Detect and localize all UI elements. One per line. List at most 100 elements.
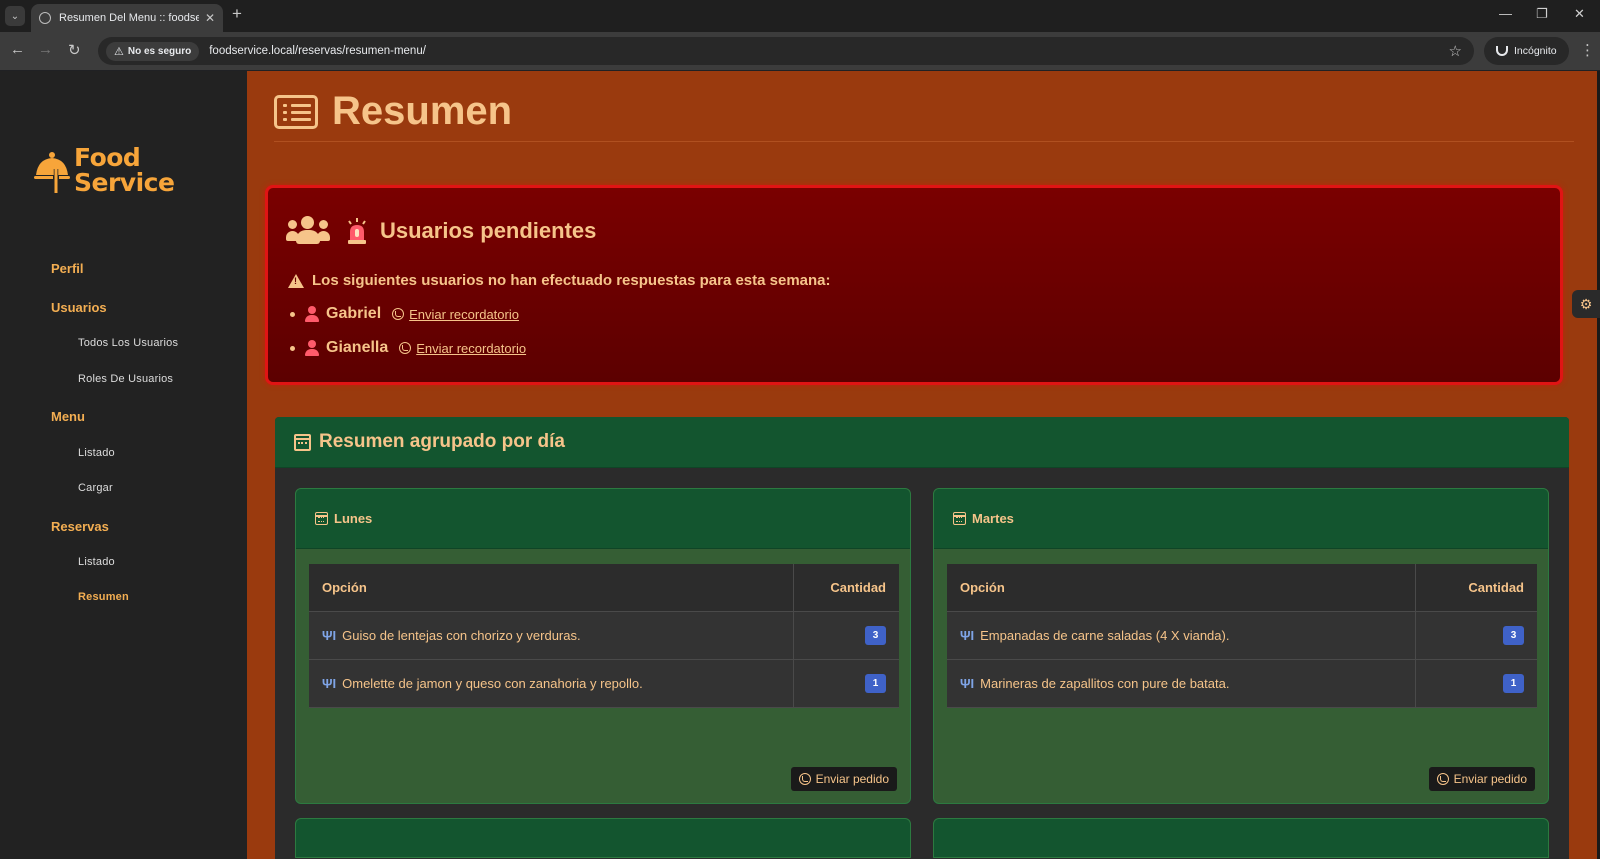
option-cell: ΨΙ Guiso de lentejas con chorizo y verdur…	[309, 611, 793, 660]
utensils-icon: ΨΙ	[322, 627, 337, 643]
sidebar-item-menu-listado[interactable]: Listado	[78, 447, 115, 459]
day-card-martes: Martes Opción Cantidad ΨΙ Empanadas de ca…	[933, 488, 1549, 804]
whatsapp-icon	[798, 773, 811, 785]
logo-line-2: Service	[74, 168, 175, 197]
close-window-button[interactable]: ✕	[1574, 6, 1585, 22]
option-text: Omelette de jamon y queso con zanahoria …	[342, 675, 643, 691]
incognito-indicator[interactable]: Incógnito	[1484, 37, 1569, 65]
logo-text: Food Service	[74, 145, 175, 197]
day-card-header: Martes	[934, 489, 1548, 549]
tab-title: Resumen Del Menu :: foodservi	[59, 12, 199, 24]
table-row: ΨΙ Omelette de jamon y queso con zanahori…	[309, 659, 899, 708]
list-icon	[274, 94, 318, 129]
day-name: Lunes	[334, 511, 373, 526]
day-card-partial	[295, 818, 911, 858]
calendar-icon	[315, 512, 328, 525]
globe-icon	[39, 12, 51, 24]
utensils-icon: ΨΙ	[322, 675, 337, 691]
bullet	[290, 345, 295, 351]
qty-badge: 3	[865, 625, 886, 645]
alert-heading: Usuarios pendientes	[380, 218, 597, 243]
sidebar-item-reservas-listado[interactable]: Listado	[78, 556, 115, 568]
sidebar-item-usuarios[interactable]: Usuarios	[51, 300, 107, 315]
alert-message: Los siguientes usuarios no han efectuado…	[288, 272, 831, 289]
sidebar-item-reservas[interactable]: Reservas	[51, 519, 109, 534]
utensils-icon: ΨΙ	[960, 627, 975, 643]
sidebar: Food Service Perfil Usuarios Todos Los U…	[0, 71, 247, 859]
cloche-icon	[34, 152, 70, 193]
security-label: No es seguro	[127, 45, 192, 57]
sidebar-item-reservas-resumen[interactable]: Resumen	[78, 591, 129, 603]
send-reminder-link[interactable]: Enviar recordatorio	[399, 341, 526, 356]
bookmark-star-icon[interactable]: ☆	[1449, 42, 1462, 60]
day-table: Opción Cantidad ΨΙ Empanadas de carne sal…	[947, 564, 1537, 708]
siren-icon	[348, 218, 366, 244]
table-row: ΨΙ Guiso de lentejas con chorizo y verdur…	[309, 611, 899, 660]
day-card-header: Lunes	[296, 489, 910, 549]
restore-button[interactable]: ❐	[1536, 6, 1548, 22]
browser-menu-button[interactable]: ⋮	[1580, 41, 1595, 59]
summary-header: Resumen agrupado por día	[275, 417, 1569, 468]
utensils-icon: ΨΙ	[960, 675, 975, 691]
page-header: Resumen	[274, 89, 512, 134]
send-reminder-label: Enviar recordatorio	[409, 306, 519, 322]
header-divider	[274, 141, 1574, 142]
column-header-option: Opción	[947, 564, 1415, 612]
qty-cell: 3	[792, 611, 899, 660]
url-text[interactable]: foodservice.local/reservas/resumen-menu/	[209, 45, 426, 57]
address-bar[interactable]: ⚠ No es seguro foodservice.local/reserva…	[98, 37, 1474, 65]
whatsapp-icon	[392, 308, 405, 320]
send-order-label: Enviar pedido	[815, 772, 889, 786]
calendar-icon	[294, 433, 311, 451]
main-content: Resumen Usuarios pendientes Los sig	[247, 71, 1597, 859]
table-header-row: Opción Cantidad	[947, 564, 1537, 612]
option-cell: ΨΙ Empanadas de carne saladas (4 X vianda…	[947, 611, 1415, 660]
sidebar-item-menu[interactable]: Menu	[51, 409, 85, 424]
page-title: Resumen	[332, 89, 513, 133]
warning-triangle-icon	[288, 273, 304, 288]
summary-panel: Resumen agrupado por día Lunes Opción Ca…	[275, 417, 1569, 859]
reload-button[interactable]: ↻	[68, 41, 81, 59]
day-card-lunes: Lunes Opción Cantidad ΨΙ Guiso de lenteja…	[295, 488, 911, 804]
send-order-label: Enviar pedido	[1453, 772, 1527, 786]
bullet	[290, 311, 295, 317]
user-icon	[305, 306, 319, 322]
calendar-icon	[953, 512, 966, 525]
day-card-partial	[933, 818, 1549, 858]
column-header-qty: Cantidad	[792, 564, 899, 612]
qty-cell: 1	[1414, 659, 1537, 708]
column-header-qty: Cantidad	[1414, 564, 1537, 612]
minimize-button[interactable]: —	[1499, 6, 1512, 21]
tab-search-button[interactable]: ⌄	[5, 6, 25, 26]
send-order-button[interactable]: Enviar pedido	[1428, 767, 1535, 791]
day-table: Opción Cantidad ΨΙ Guiso de lentejas con …	[309, 564, 899, 708]
close-tab-icon[interactable]: ✕	[205, 11, 215, 25]
browser-tab-active[interactable]: Resumen Del Menu :: foodservi ✕	[31, 4, 223, 32]
qty-badge: 1	[865, 673, 886, 693]
send-order-button[interactable]: Enviar pedido	[790, 767, 897, 791]
settings-gear-button[interactable]: ⚙	[1572, 290, 1600, 318]
table-row: ΨΙ Empanadas de carne saladas (4 X vianda…	[947, 611, 1537, 660]
forward-button[interactable]: →	[38, 41, 53, 58]
new-tab-button[interactable]: +	[232, 4, 242, 24]
browser-tabbar: ⌄ Resumen Del Menu :: foodservi ✕ + — ❐ …	[0, 0, 1600, 32]
users-icon	[286, 216, 330, 246]
food-service-logo[interactable]: Food Service	[34, 145, 175, 197]
sidebar-item-todos-usuarios[interactable]: Todos Los Usuarios	[78, 337, 178, 349]
alert-title: Usuarios pendientes	[286, 216, 596, 246]
option-text: Marineras de zapallitos con pure de bata…	[980, 675, 1230, 691]
incognito-icon	[1496, 46, 1508, 56]
security-chip[interactable]: ⚠ No es seguro	[106, 41, 200, 61]
option-cell: ΨΙ Omelette de jamon y queso con zanahori…	[309, 659, 793, 708]
sidebar-item-roles-usuarios[interactable]: Roles De Usuarios	[78, 373, 173, 385]
send-reminder-link[interactable]: Enviar recordatorio	[392, 307, 519, 322]
sidebar-item-perfil[interactable]: Perfil	[51, 261, 84, 276]
option-text: Guiso de lentejas con chorizo y verduras…	[342, 627, 581, 643]
day-name: Martes	[972, 511, 1014, 526]
table-row: ΨΙ Marineras de zapallitos con pure de ba…	[947, 659, 1537, 708]
sidebar-item-menu-cargar[interactable]: Cargar	[78, 482, 113, 494]
qty-badge: 3	[1503, 625, 1524, 645]
pending-user-name: Gabriel	[326, 305, 382, 322]
whatsapp-icon	[1436, 773, 1449, 785]
back-button[interactable]: ←	[10, 41, 25, 58]
